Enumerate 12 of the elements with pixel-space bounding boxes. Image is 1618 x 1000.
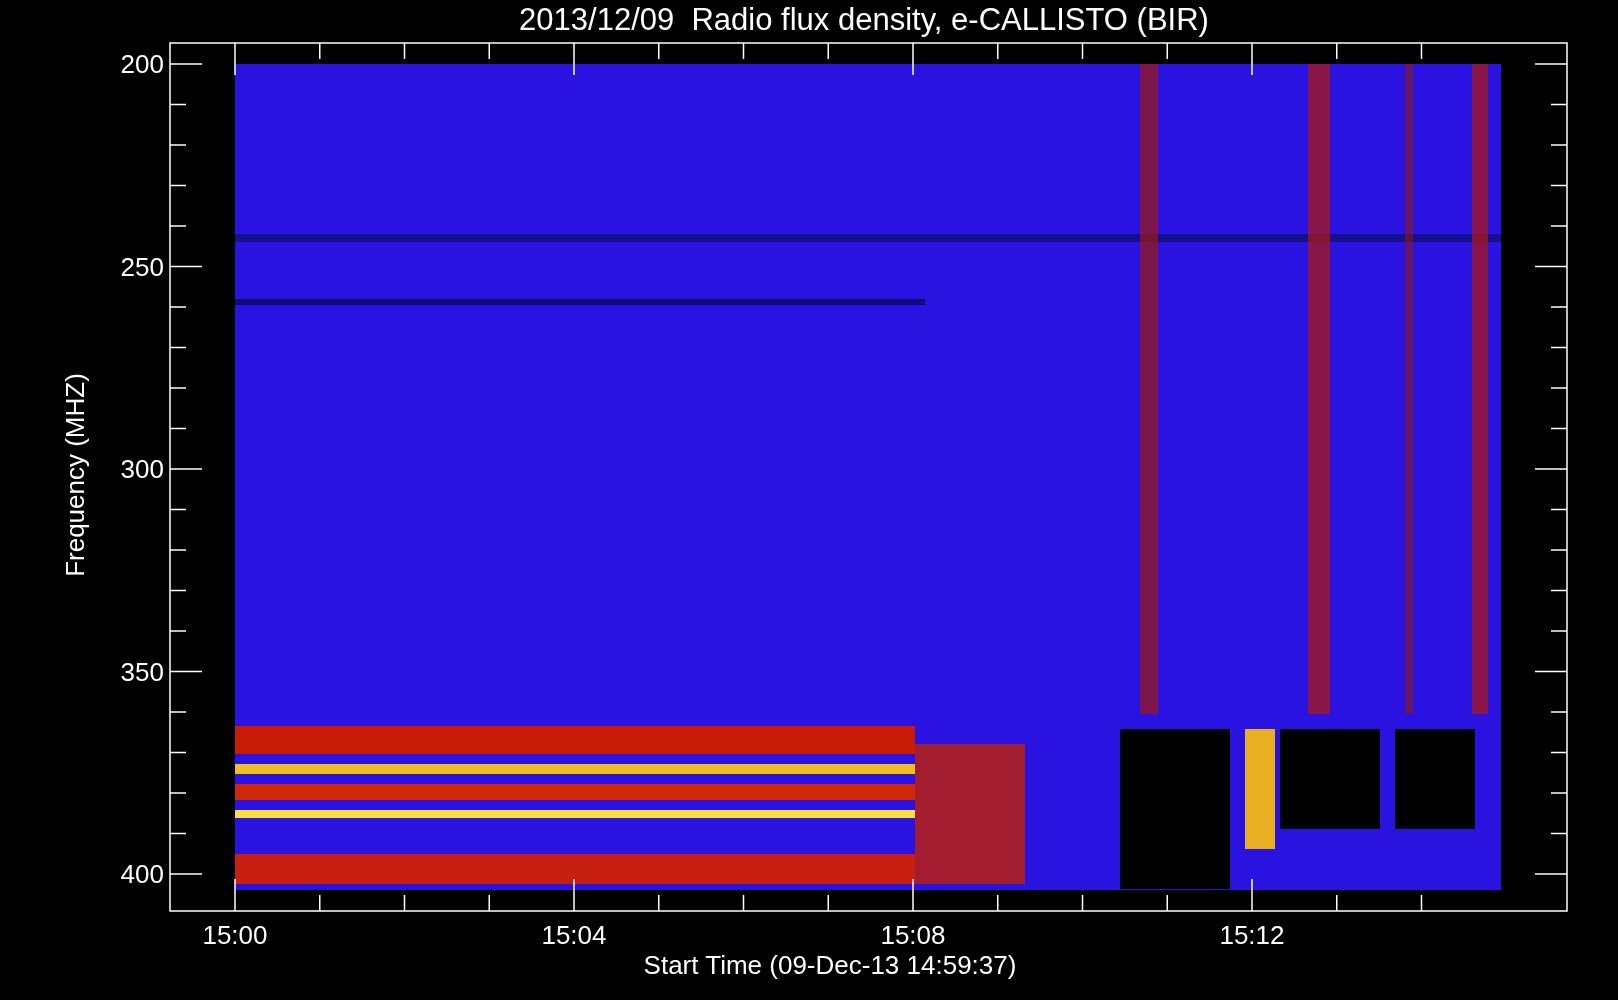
y-tick-label: 300 [119, 454, 164, 484]
x-axis-label: Start Time (09-Dec-13 14:59:37) [642, 950, 1018, 980]
x-tick-label: 15:08 [879, 920, 947, 950]
y-tick-label: 250 [119, 251, 164, 282]
y-tick-label: 400 [119, 859, 164, 889]
y-tick-label: 200 [119, 49, 164, 79]
x-tick-label: 15:04 [540, 920, 608, 950]
y-axis-label: Frequency (MHZ) [60, 372, 90, 579]
y-tick-label: 350 [119, 656, 164, 687]
x-tick-label: 15:00 [201, 920, 269, 950]
chart-title: 2013/12/09 Radio flux density, e-CALLISTO (BIR) [518, 1, 1210, 39]
x-tick-label: 15:12 [1218, 920, 1286, 950]
